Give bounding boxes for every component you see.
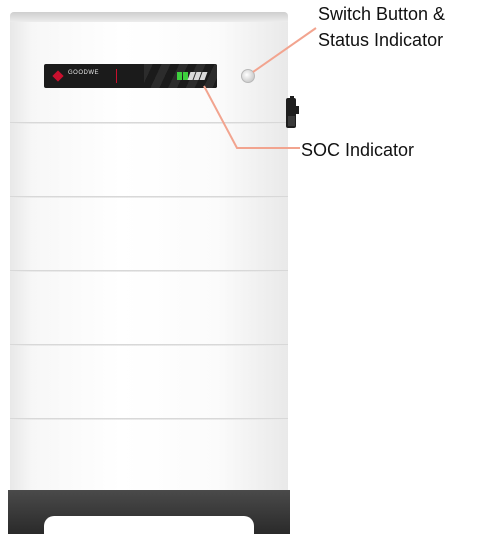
soc-indicator-icon	[177, 72, 208, 80]
module-seam	[10, 344, 288, 346]
switch-button-icon[interactable]	[241, 69, 255, 83]
module-seam	[10, 122, 288, 124]
soc-segment	[177, 72, 182, 80]
module-seam	[10, 418, 288, 420]
module-seam	[10, 270, 288, 272]
soc-label: SOC Indicator	[301, 140, 415, 160]
brand-logo-text: GOODWE	[68, 70, 99, 76]
brand-logo-icon	[52, 70, 64, 82]
cable-connector-icon	[286, 96, 299, 128]
control-panel: GOODWE	[44, 64, 217, 88]
soc-segment	[199, 72, 208, 80]
base-notch	[44, 516, 254, 534]
battery-top-cap	[10, 12, 288, 22]
module-seam	[10, 196, 288, 198]
panel-divider	[116, 69, 117, 83]
switch-label-line2: Status Indicator	[318, 30, 444, 50]
switch-label-line1: Switch Button &	[318, 4, 446, 24]
battery-stack	[10, 12, 288, 522]
